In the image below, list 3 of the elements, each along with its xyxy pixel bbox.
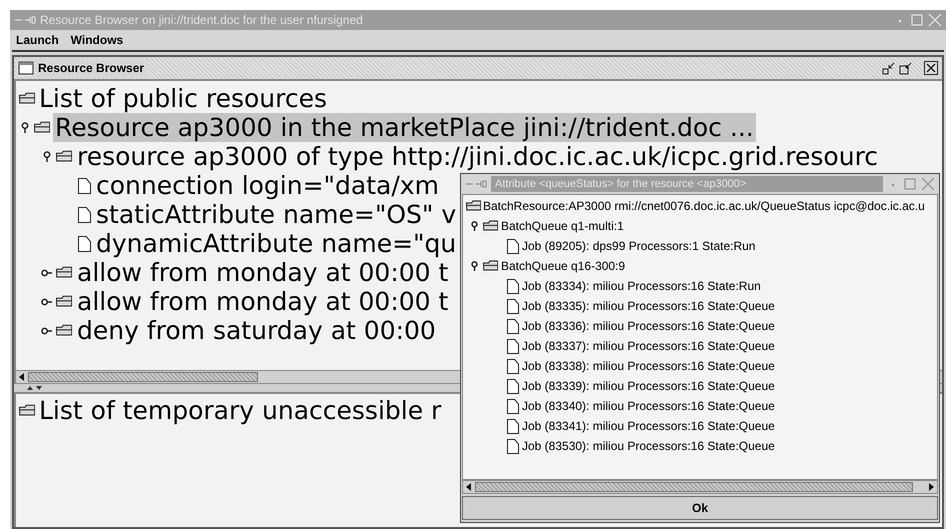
frame-title: Resource Browser — [38, 59, 148, 77]
dialog-title: Attribute <queueStatus> for the resource <ap3000> — [491, 176, 883, 192]
window-title: Resource Browser on jini://trident.doc for the user nfursigned — [40, 12, 363, 29]
